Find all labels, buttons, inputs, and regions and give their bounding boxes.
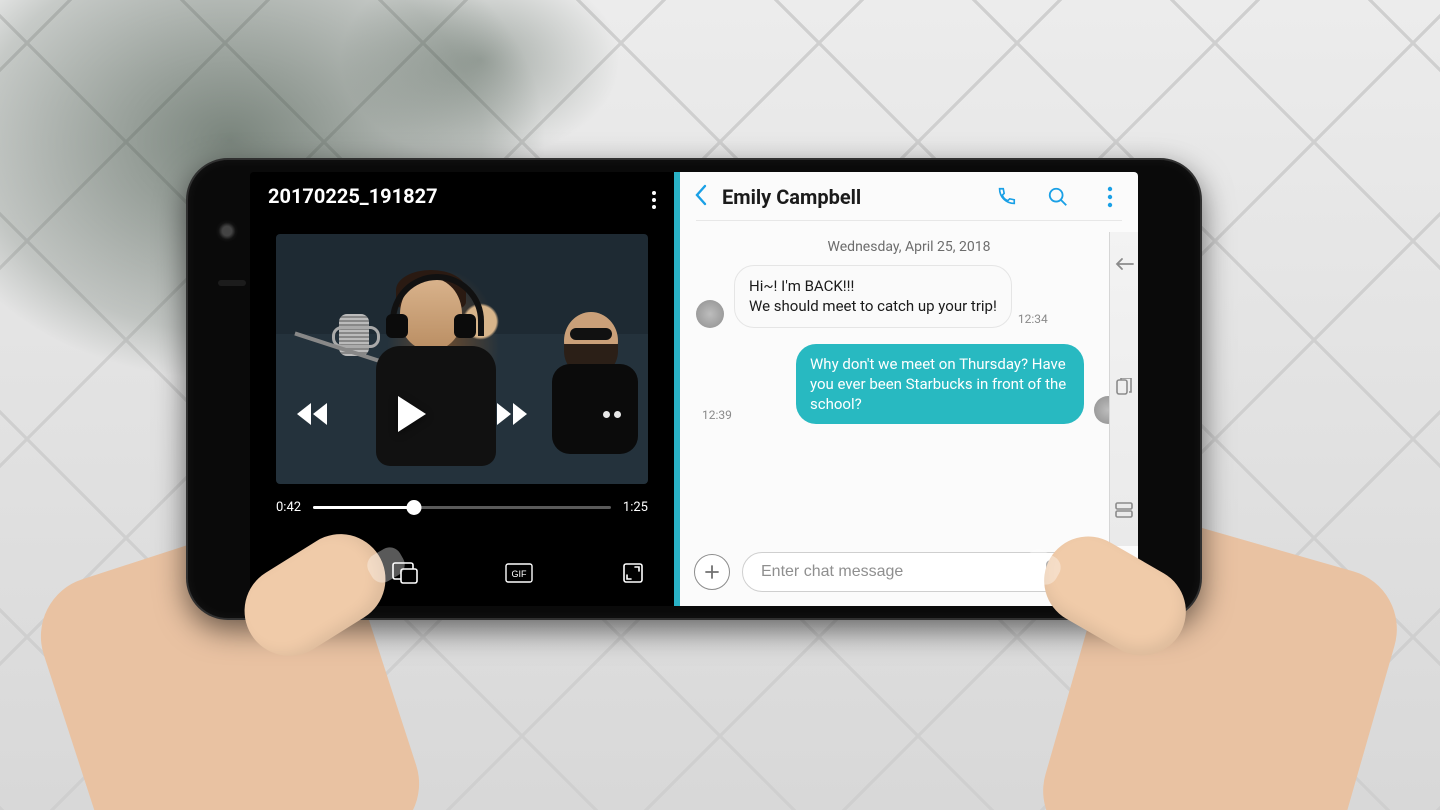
- play-button[interactable]: [392, 394, 432, 434]
- seek-knob[interactable]: [407, 500, 422, 515]
- scene-background: 20170225_191827: [0, 0, 1440, 810]
- compose-bar: [680, 542, 1138, 606]
- message-timestamp: 12:34: [1018, 312, 1048, 326]
- edge-back-icon[interactable]: [1114, 256, 1134, 275]
- call-button[interactable]: [994, 185, 1018, 209]
- edge-panel[interactable]: [1109, 232, 1138, 546]
- phone-body: 20170225_191827: [186, 158, 1202, 620]
- message-timestamp: 12:39: [702, 408, 732, 422]
- previous-track-button[interactable]: [292, 394, 332, 434]
- video-more-button[interactable]: [652, 188, 656, 212]
- lock-rotation-button[interactable]: [276, 558, 306, 588]
- message-input[interactable]: [759, 562, 1035, 582]
- contact-name: Emily Campbell: [722, 185, 861, 209]
- front-camera: [216, 220, 238, 242]
- search-button[interactable]: [1046, 185, 1070, 209]
- header-divider: [696, 220, 1122, 221]
- fullscreen-button[interactable]: [618, 558, 648, 588]
- svg-text:GIF: GIF: [512, 569, 528, 579]
- pip-button[interactable]: [390, 558, 420, 588]
- video-frame[interactable]: [276, 234, 648, 484]
- conversation-date: Wednesday, April 25, 2018: [680, 239, 1138, 255]
- attach-button[interactable]: [694, 554, 730, 590]
- video-overflow-button[interactable]: [592, 394, 632, 434]
- message-bubble-incoming: Hi~! I'm BACK!!! We should meet to catch…: [734, 265, 1012, 328]
- sticker-button[interactable]: [1045, 559, 1067, 585]
- video-progress-bar[interactable]: 0:42 1:25: [276, 500, 648, 515]
- back-button[interactable]: [694, 184, 708, 210]
- play-icon: [398, 396, 426, 432]
- message-list[interactable]: Hi~! I'm BACK!!! We should meet to catch…: [680, 265, 1138, 542]
- video-title: 20170225_191827: [268, 184, 438, 208]
- video-player-app: 20170225_191827: [250, 172, 674, 606]
- gif-capture-button[interactable]: GIF: [504, 558, 534, 588]
- earpiece-slit: [218, 280, 246, 286]
- seek-track[interactable]: [313, 506, 611, 509]
- sender-avatar[interactable]: [696, 300, 724, 328]
- phone-screen: 20170225_191827: [250, 172, 1138, 606]
- chat-header: Emily Campbell: [680, 172, 1138, 220]
- edge-multiwindow-icon[interactable]: [1115, 502, 1133, 522]
- next-track-button[interactable]: [492, 394, 532, 434]
- message-bubble-outgoing: Why don't we meet on Thursday? Have you …: [796, 344, 1084, 425]
- message-incoming: Hi~! I'm BACK!!! We should meet to catch…: [696, 265, 1122, 328]
- chat-more-button[interactable]: [1098, 185, 1122, 209]
- elapsed-time: 0:42: [276, 500, 301, 515]
- compose-field[interactable]: [742, 552, 1078, 592]
- voice-message-button[interactable]: [1090, 555, 1124, 589]
- total-duration: 1:25: [623, 500, 648, 515]
- message-outgoing: 12:39 Why don't we meet on Thursday? Hav…: [696, 344, 1122, 425]
- edge-clipboard-icon[interactable]: [1115, 378, 1133, 400]
- messaging-app: Emily Campbell Wednesday, April 25, 2018: [680, 172, 1138, 606]
